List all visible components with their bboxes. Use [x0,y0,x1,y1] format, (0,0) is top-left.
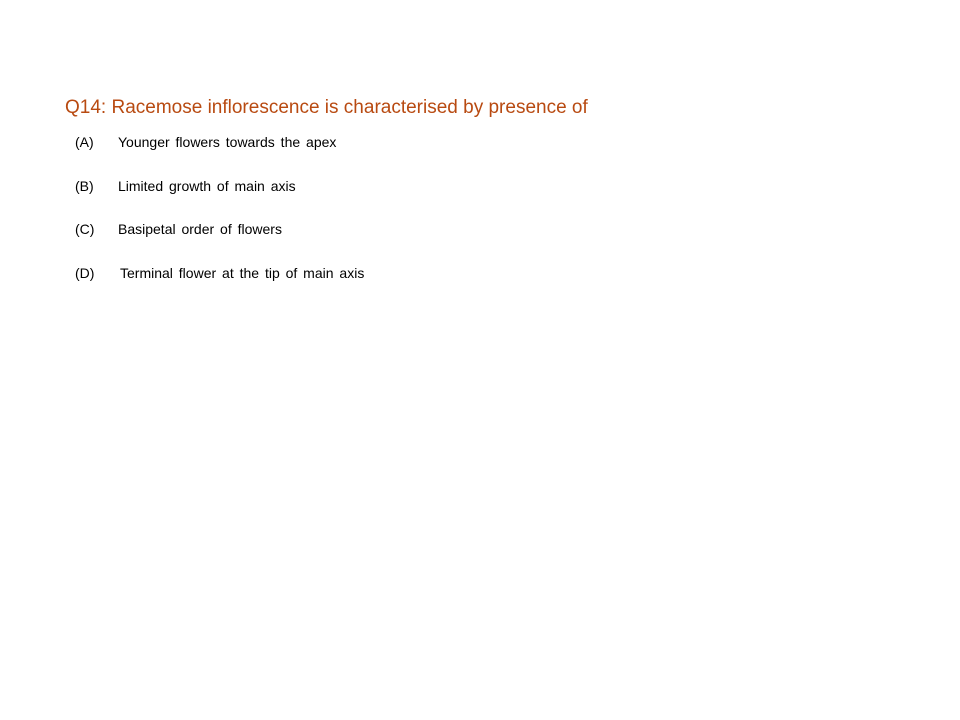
options-list: (A) Younger flowers towards the apex (B)… [75,131,675,305]
option-b[interactable]: (B) Limited growth of main axis [75,175,675,219]
option-letter: (B) [75,177,94,194]
option-text: Younger flowers towards the apex [118,134,337,150]
option-letter: (A) [75,134,94,150]
option-c[interactable]: (C) Basipetal order of flowers [75,218,675,262]
option-text: Basipetal order of flowers [118,221,282,237]
question-heading: Q14: Racemose inflorescence is character… [65,95,588,121]
question-text: Racemose inflorescence is characterised … [111,97,588,118]
option-letter: (C) [75,221,95,237]
question-number: Q14: [65,97,107,118]
option-a[interactable]: (A) Younger flowers towards the apex [75,131,675,175]
option-text: Limited growth of main axis [118,177,296,194]
slide: Q14: Racemose inflorescence is character… [0,0,960,720]
option-text: Terminal flower at the tip of main axis [120,264,365,281]
option-letter: (D) [75,264,95,281]
option-d[interactable]: (D) Terminal flower at the tip of main a… [75,262,675,306]
